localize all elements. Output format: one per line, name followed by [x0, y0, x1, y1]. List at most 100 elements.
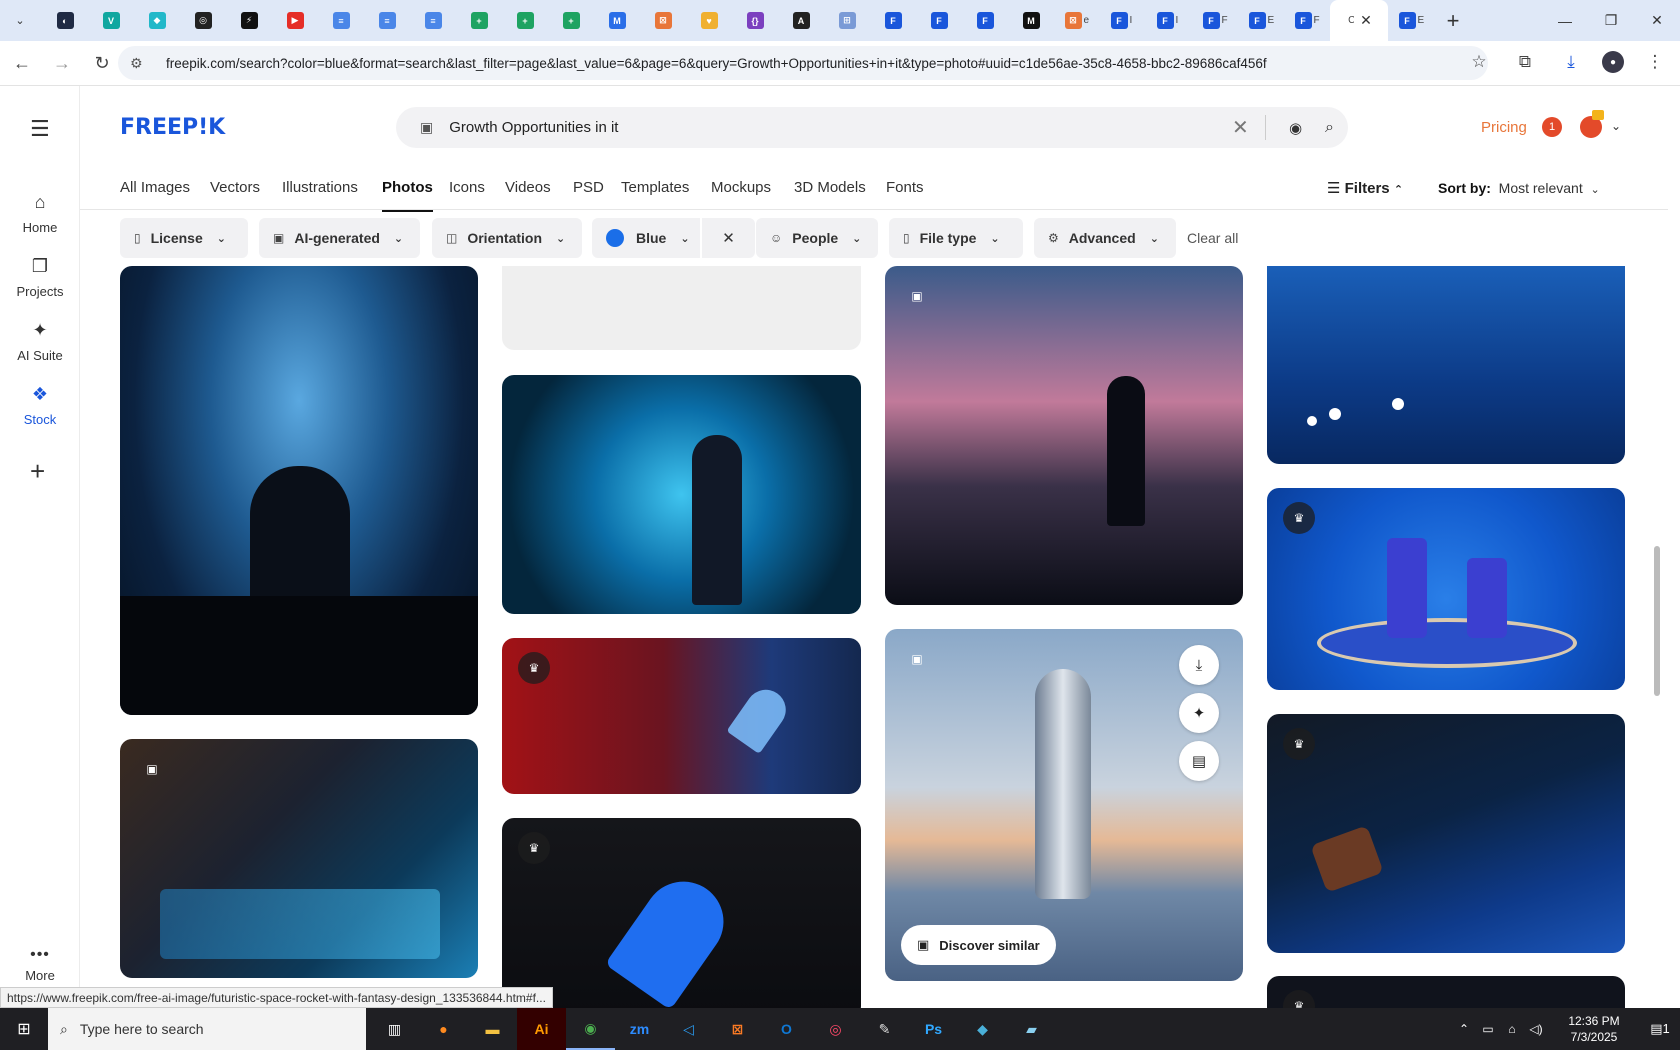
- license-filter[interactable]: ▯ License ⌄: [120, 218, 248, 258]
- browser-tab[interactable]: ⚡: [226, 0, 272, 41]
- tab-search-icon[interactable]: ⌄: [8, 9, 32, 33]
- tab-mockups[interactable]: Mockups: [711, 179, 771, 196]
- page-scrollbar[interactable]: [1654, 546, 1660, 696]
- url-text[interactable]: freepik.com/search?color=blue&format=sea…: [166, 56, 1267, 71]
- image-card-hovered[interactable]: ▣ ⤓ ✦ ▤ ▣ Discover similar: [885, 629, 1243, 981]
- browser-tab[interactable]: ≡: [410, 0, 456, 41]
- filters-button[interactable]: ☰ Filters ⌃: [1327, 179, 1403, 197]
- image-card[interactable]: ♛: [1267, 488, 1625, 690]
- orientation-filter[interactable]: ◫ Orientation ⌄: [432, 218, 582, 258]
- app-icon[interactable]: ▰: [1007, 1008, 1056, 1050]
- sort-by-control[interactable]: Sort by: Most relevant ⌄: [1438, 180, 1600, 196]
- hamburger-menu-icon[interactable]: ☰: [30, 116, 50, 142]
- browser-tab[interactable]: ⊠: [640, 0, 686, 41]
- browser-tab[interactable]: ♥: [686, 0, 732, 41]
- sidebar-item-home[interactable]: ⌂ Home: [0, 192, 80, 235]
- browser-tab[interactable]: ⊠ e: [1054, 0, 1100, 41]
- browser-tab[interactable]: M: [1008, 0, 1054, 41]
- freepik-logo[interactable]: FREEP!K: [120, 115, 225, 140]
- browser-tab[interactable]: ⊞: [824, 0, 870, 41]
- browser-tab[interactable]: FI: [1100, 0, 1146, 41]
- image-card[interactable]: ♛: [502, 638, 861, 794]
- browser-tab[interactable]: ◆: [134, 0, 180, 41]
- display-icon[interactable]: ▭: [1476, 1022, 1500, 1036]
- camera-search-icon[interactable]: ◉: [1289, 119, 1302, 137]
- profile-avatar[interactable]: ●: [1602, 51, 1624, 73]
- file-type-filter[interactable]: ▯ File type ⌄: [889, 218, 1023, 258]
- sidebar-item-ai-suite[interactable]: ✦ AI Suite: [0, 320, 80, 363]
- people-filter[interactable]: ☺ People ⌄: [756, 218, 878, 258]
- tab-vectors[interactable]: Vectors: [210, 179, 260, 196]
- add-icon[interactable]: +: [30, 456, 45, 487]
- sidebar-item-more[interactable]: ••• More: [0, 946, 80, 983]
- browser-tab[interactable]: V: [88, 0, 134, 41]
- task-view-icon[interactable]: ▥: [370, 1008, 419, 1050]
- omnibox[interactable]: ⚙ freepik.com/search?color=blue&format=s…: [118, 46, 1488, 80]
- tab-videos[interactable]: Videos: [505, 179, 551, 196]
- browser-tab[interactable]: F: [870, 0, 916, 41]
- browser-tab[interactable]: +: [548, 0, 594, 41]
- taskbar-search[interactable]: ⌕ Type here to search: [48, 1008, 366, 1050]
- browser-tab[interactable]: FE: [1238, 0, 1284, 41]
- zoom-icon[interactable]: zm: [615, 1008, 664, 1050]
- image-card[interactable]: ▣: [885, 266, 1243, 605]
- download-icon[interactable]: ⤓: [1179, 645, 1219, 685]
- tab-fonts[interactable]: Fonts: [886, 179, 924, 196]
- browser-tab[interactable]: {}: [732, 0, 778, 41]
- color-filter[interactable]: Blue ⌄: [592, 218, 700, 258]
- browser-tab[interactable]: ◐: [42, 0, 88, 41]
- network-icon[interactable]: ⌂: [1500, 1022, 1524, 1036]
- site-info-icon[interactable]: ⚙: [130, 55, 152, 72]
- chevron-up-icon[interactable]: ⌃: [1452, 1022, 1476, 1036]
- image-card[interactable]: [120, 266, 478, 715]
- clear-search-icon[interactable]: ✕: [1232, 115, 1249, 140]
- ai-generated-filter[interactable]: ▣ AI-generated ⌄: [259, 218, 420, 258]
- browser-tab[interactable]: ▶: [272, 0, 318, 41]
- search-icon[interactable]: ⌕: [1325, 119, 1334, 137]
- tab-psd[interactable]: PSD: [573, 179, 604, 196]
- sidebar-item-stock[interactable]: ❖ Stock: [0, 384, 80, 427]
- browser-menu-icon[interactable]: ⋮: [1640, 47, 1670, 77]
- browser-tab[interactable]: ≡: [318, 0, 364, 41]
- clock[interactable]: 12:36 PM 7/3/2025: [1548, 1013, 1640, 1045]
- image-card[interactable]: ♛: [1267, 714, 1625, 953]
- browser-tab[interactable]: F: [916, 0, 962, 41]
- tab-icons[interactable]: Icons: [449, 179, 485, 196]
- image-card[interactable]: [502, 375, 861, 614]
- restore-icon[interactable]: ❐: [1588, 0, 1634, 41]
- browser-tab[interactable]: FF: [1192, 0, 1238, 41]
- close-window-icon[interactable]: ✕: [1634, 0, 1680, 41]
- chrome-icon[interactable]: ◉: [566, 1008, 615, 1050]
- forward-icon[interactable]: →: [44, 45, 80, 81]
- chevron-down-icon[interactable]: ⌄: [1611, 119, 1621, 133]
- creative-cloud-icon[interactable]: ◎: [811, 1008, 860, 1050]
- browser-tab-active[interactable]: C ✕: [1330, 0, 1388, 41]
- bookmark-star-icon[interactable]: ☆: [1464, 47, 1494, 77]
- back-icon[interactable]: ←: [4, 45, 40, 81]
- vscode-icon[interactable]: ◁: [664, 1008, 713, 1050]
- outlook-icon[interactable]: O: [762, 1008, 811, 1050]
- reload-icon[interactable]: ↻: [84, 45, 120, 81]
- advanced-filter[interactable]: ⚙ Advanced ⌄: [1034, 218, 1176, 258]
- tab-photos[interactable]: Photos: [382, 179, 433, 212]
- file-explorer-icon[interactable]: ▬: [468, 1008, 517, 1050]
- pen-tool-icon[interactable]: ✎: [860, 1008, 909, 1050]
- image-card[interactable]: ▣: [120, 739, 478, 978]
- save-to-collection-icon[interactable]: ▤: [1179, 741, 1219, 781]
- clear-all-link[interactable]: Clear all: [1187, 230, 1238, 246]
- browser-tab[interactable]: M: [594, 0, 640, 41]
- close-tab-icon[interactable]: ✕: [1360, 12, 1372, 29]
- tab-all-images[interactable]: All Images: [120, 179, 190, 196]
- remove-color-filter-button[interactable]: ✕: [702, 218, 755, 258]
- illustrator-icon[interactable]: Ai: [517, 1008, 566, 1050]
- pricing-link[interactable]: Pricing: [1481, 119, 1527, 136]
- discover-similar-button[interactable]: ▣ Discover similar: [901, 925, 1056, 965]
- volume-icon[interactable]: ◁): [1524, 1022, 1548, 1036]
- browser-tab[interactable]: ◎: [180, 0, 226, 41]
- browser-tab[interactable]: FE: [1388, 0, 1434, 41]
- image-card[interactable]: ♛: [502, 818, 861, 1008]
- new-tab-icon[interactable]: +: [1438, 6, 1468, 36]
- browser-tab[interactable]: F: [962, 0, 1008, 41]
- browser-tab[interactable]: ≡: [364, 0, 410, 41]
- extensions-icon[interactable]: ⧉: [1510, 47, 1540, 77]
